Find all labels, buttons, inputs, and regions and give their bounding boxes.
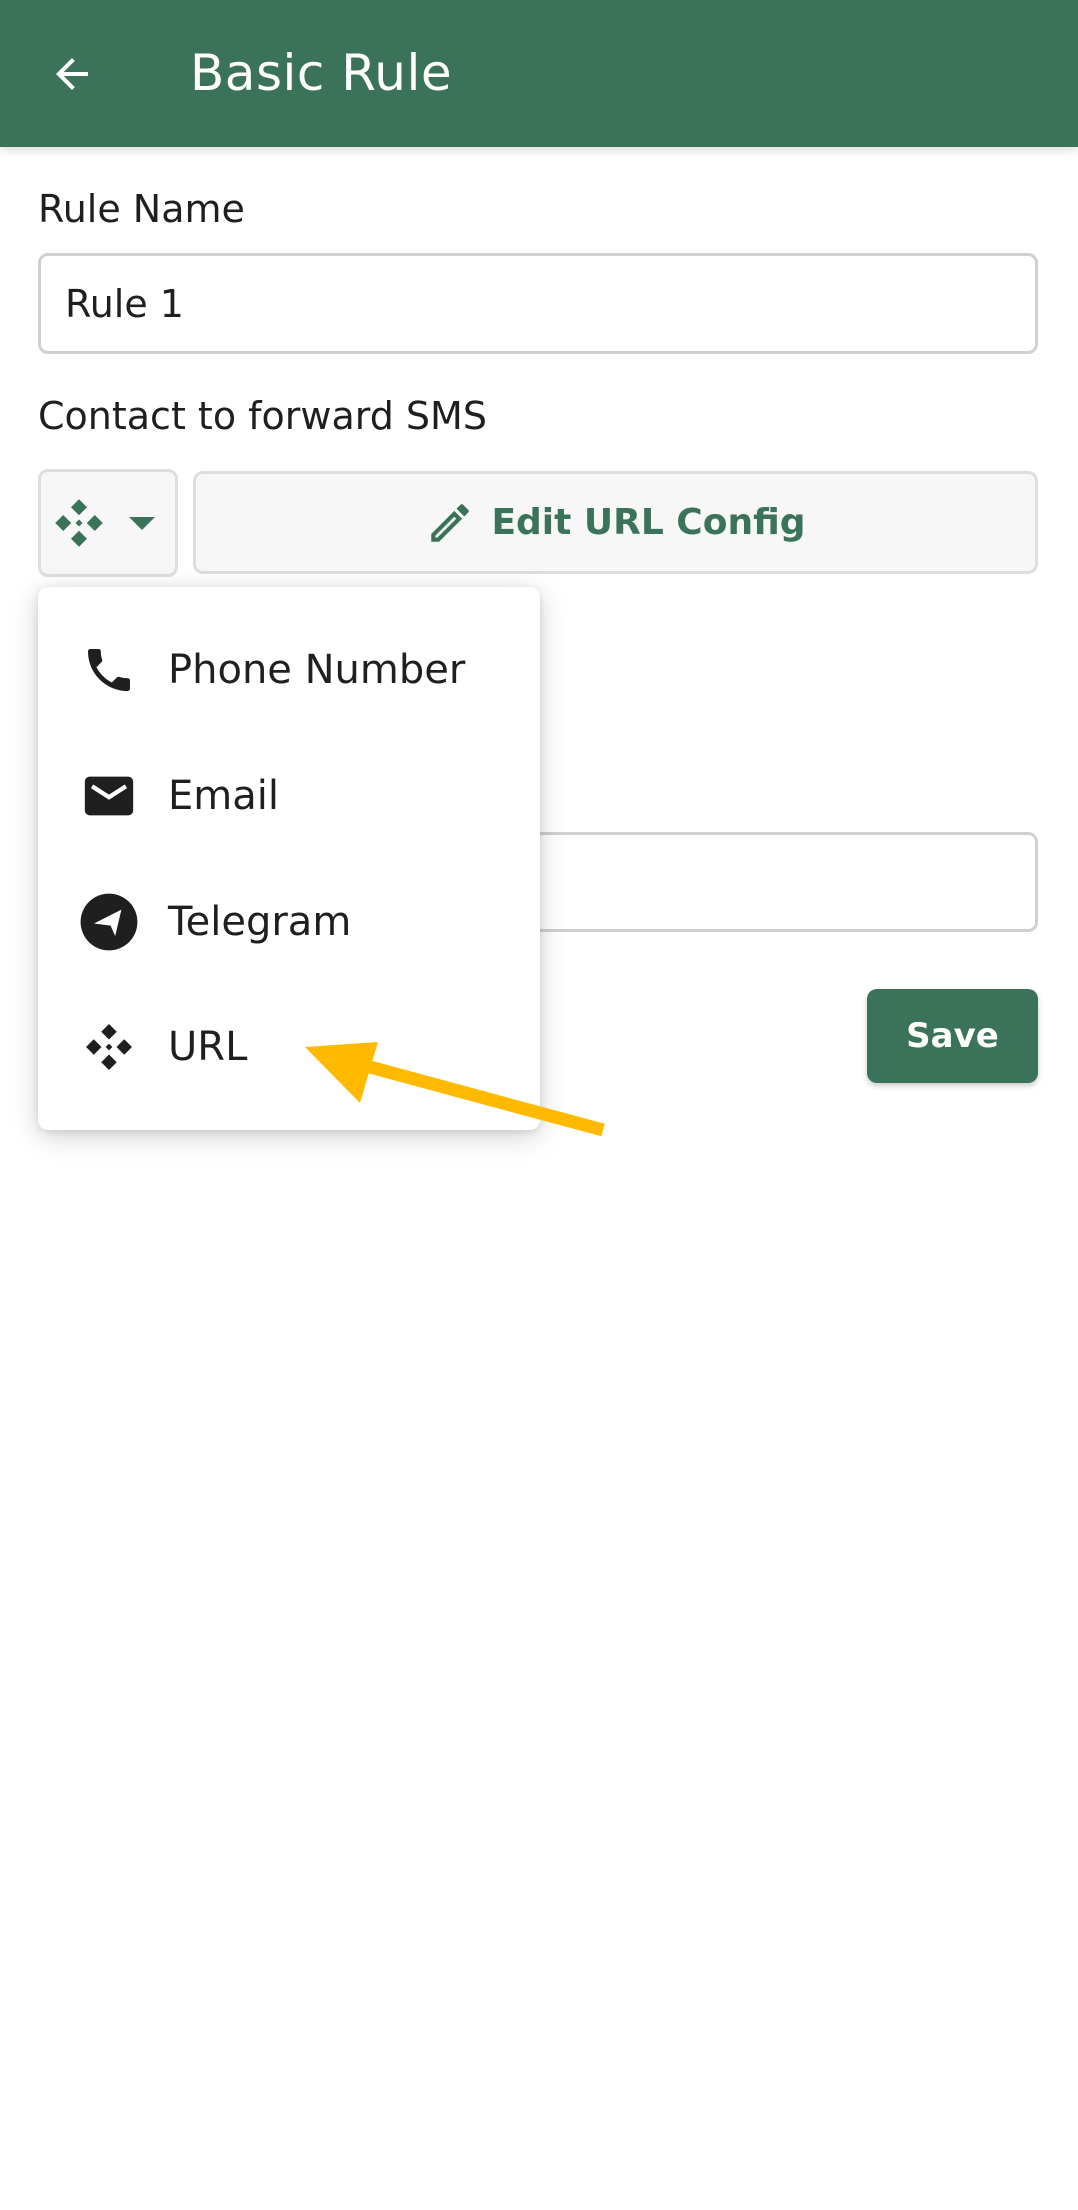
contact-type-menu: Phone Number Email Telegram URL (38, 587, 540, 1130)
menu-item-label: URL (168, 1024, 248, 1070)
menu-item-email[interactable]: Email (38, 733, 540, 859)
email-icon (78, 765, 140, 827)
menu-item-url[interactable]: URL (38, 984, 540, 1110)
contact-type-dropdown[interactable] (38, 469, 178, 577)
url-icon (78, 1016, 140, 1078)
chevron-down-icon (129, 516, 155, 530)
rule-name-label: Rule Name (38, 187, 245, 231)
pencil-icon (431, 503, 470, 542)
menu-item-label: Email (168, 773, 279, 819)
phone-icon (78, 639, 140, 701)
arrow-left-icon (56, 58, 88, 90)
menu-item-phone-number[interactable]: Phone Number (38, 607, 540, 733)
menu-item-label: Telegram (168, 899, 352, 945)
rule-name-input[interactable] (38, 253, 1038, 354)
telegram-icon (78, 891, 140, 953)
url-icon (55, 499, 103, 547)
menu-item-label: Phone Number (168, 647, 466, 693)
app-bar: Basic Rule (0, 0, 1078, 147)
back-button[interactable] (40, 42, 104, 106)
page-title: Basic Rule (190, 44, 453, 102)
contact-label: Contact to forward SMS (38, 394, 487, 438)
menu-item-telegram[interactable]: Telegram (38, 859, 540, 985)
save-button[interactable]: Save (867, 989, 1038, 1083)
edit-url-config-button[interactable]: Edit URL Config (193, 471, 1038, 574)
edit-url-config-label: Edit URL Config (491, 502, 806, 543)
